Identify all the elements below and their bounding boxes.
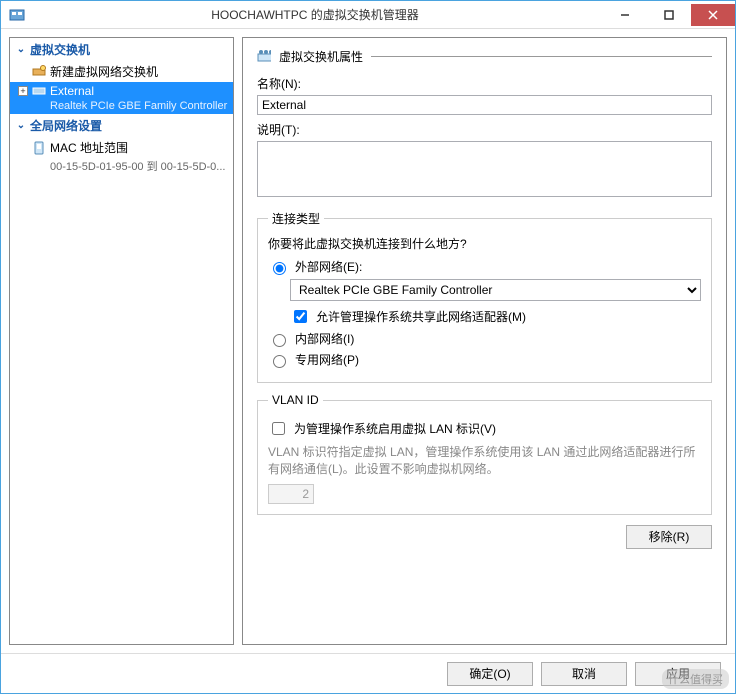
chevron-icon: ⌄ [16, 120, 26, 131]
close-button[interactable] [691, 4, 735, 26]
window: HOOCHAWHTPC 的虚拟交换机管理器 ⌄ 虚拟交换机 新建虚拟网络交换机 … [0, 0, 736, 694]
vlan-enable-input[interactable] [272, 422, 285, 435]
mac-icon [32, 141, 46, 155]
checkbox-label: 为管理操作系统启用虚拟 LAN 标识(V) [294, 420, 496, 437]
ok-button[interactable]: 确定(O) [447, 662, 533, 686]
chevron-icon: ⌄ [16, 44, 26, 55]
vlan-enable-checkbox[interactable]: 为管理操作系统启用虚拟 LAN 标识(V) [268, 419, 701, 438]
connection-legend: 连接类型 [268, 210, 324, 227]
sidebar-item-external[interactable]: + External [10, 82, 233, 100]
sidebar-item-label: MAC 地址范围 [50, 139, 128, 156]
radio-internal[interactable]: 内部网络(I) [268, 330, 701, 347]
sidebar-item-mac-detail: 00-15-5D-01-95-00 到 00-15-5D-0... [10, 158, 233, 176]
connection-question: 你要将此虚拟交换机连接到什么地方? [268, 235, 701, 252]
checkbox-label: 允许管理操作系统共享此网络适配器(M) [316, 308, 526, 325]
radio-private-input[interactable] [273, 355, 286, 368]
adapter-select[interactable]: Realtek PCIe GBE Family Controller [290, 279, 701, 301]
radio-label: 专用网络(P) [295, 351, 359, 368]
name-input[interactable] [257, 95, 712, 115]
sidebar-header-global[interactable]: ⌄ 全局网络设置 [10, 114, 233, 137]
sidebar-item-external-detail: Realtek PCIe GBE Family Controller [10, 100, 233, 114]
name-label: 名称(N): [257, 75, 712, 92]
expand-icon[interactable]: + [18, 86, 28, 96]
sidebar-item-label: 新建虚拟网络交换机 [50, 63, 158, 80]
cancel-button[interactable]: 取消 [541, 662, 627, 686]
window-title: HOOCHAWHTPC 的虚拟交换机管理器 [27, 6, 603, 23]
content-panel: 虚拟交换机属性 名称(N): 说明(T): 连接类型 你要将此虚拟交换机连接到什… [242, 37, 727, 645]
new-switch-icon [32, 65, 46, 79]
watermark: 什么值得买 [662, 669, 729, 689]
sidebar-header-label: 全局网络设置 [30, 117, 102, 134]
section-title: 虚拟交换机属性 [279, 48, 363, 65]
body: ⌄ 虚拟交换机 新建虚拟网络交换机 + External Realtek PCI… [1, 29, 735, 653]
external-options: Realtek PCIe GBE Family Controller 允许管理操… [290, 279, 701, 326]
vlan-id-input [268, 484, 314, 504]
app-icon [7, 5, 27, 25]
remove-row: 移除(R) [257, 525, 712, 549]
radio-external[interactable]: 外部网络(E): [268, 258, 701, 275]
maximize-button[interactable] [647, 4, 691, 26]
sidebar-item-label: External [50, 84, 94, 98]
radio-external-input[interactable] [273, 262, 286, 275]
window-controls [603, 4, 735, 26]
sidebar-header-label: 虚拟交换机 [30, 41, 90, 58]
radio-label: 内部网络(I) [295, 330, 354, 347]
minimize-button[interactable] [603, 4, 647, 26]
sidebar-item-mac-range[interactable]: MAC 地址范围 [10, 137, 233, 158]
divider [371, 56, 712, 57]
vlan-group: VLAN ID 为管理操作系统启用虚拟 LAN 标识(V) VLAN 标识符指定… [257, 393, 712, 515]
share-adapter-input[interactable] [294, 310, 307, 323]
connection-type-group: 连接类型 你要将此虚拟交换机连接到什么地方? 外部网络(E): Realtek … [257, 210, 712, 383]
radio-private[interactable]: 专用网络(P) [268, 351, 701, 368]
vlan-legend: VLAN ID [268, 393, 323, 407]
sidebar-header-switches[interactable]: ⌄ 虚拟交换机 [10, 38, 233, 61]
switch-icon [32, 84, 46, 98]
vlan-note: VLAN 标识符指定虚拟 LAN，管理操作系统使用该 LAN 通过此网络适配器进… [268, 444, 701, 478]
radio-label: 外部网络(E): [295, 258, 362, 275]
sidebar-item-new-switch[interactable]: 新建虚拟网络交换机 [10, 61, 233, 82]
desc-label: 说明(T): [257, 121, 712, 138]
section-header: 虚拟交换机属性 [257, 48, 712, 65]
share-adapter-checkbox[interactable]: 允许管理操作系统共享此网络适配器(M) [290, 307, 701, 326]
radio-internal-input[interactable] [273, 334, 286, 347]
footer: 确定(O) 取消 应用 什么值得买 [1, 653, 735, 693]
titlebar: HOOCHAWHTPC 的虚拟交换机管理器 [1, 1, 735, 29]
sidebar: ⌄ 虚拟交换机 新建虚拟网络交换机 + External Realtek PCI… [9, 37, 234, 645]
switch-properties-icon [257, 50, 271, 64]
desc-input[interactable] [257, 141, 712, 197]
remove-button[interactable]: 移除(R) [626, 525, 712, 549]
